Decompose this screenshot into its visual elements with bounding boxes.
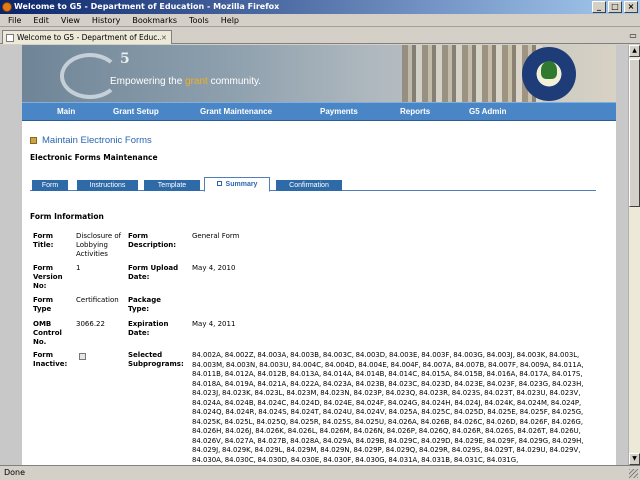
- status-text: Done: [4, 468, 26, 477]
- form-inactive-label: Form Inactive:: [33, 351, 68, 368]
- vertical-scrollbar[interactable]: ▲ ▼: [628, 45, 640, 465]
- form-inactive-checkbox[interactable]: [79, 353, 86, 360]
- tab-list-icon[interactable]: ▭: [628, 31, 638, 41]
- form-information-title: Form Information: [30, 212, 104, 221]
- resize-grip-icon[interactable]: [629, 469, 638, 478]
- selected-subprograms-label: Selected Subprograms:: [128, 351, 184, 368]
- form-title-label: Form Title:: [33, 232, 54, 249]
- page-title: Maintain Electronic Forms: [30, 135, 152, 146]
- browser-tab[interactable]: Welcome to G5 - Department of Educ... ✕: [2, 30, 172, 44]
- content-viewport: 5 Empowering the grant community. Main G…: [0, 45, 628, 465]
- menu-help[interactable]: Help: [215, 14, 245, 26]
- g5-logo-5: 5: [120, 51, 130, 67]
- form-type-label: Form Type: [33, 296, 54, 313]
- page-icon: [6, 33, 14, 42]
- window-controls: _ □ ×: [592, 1, 638, 13]
- scroll-up-icon[interactable]: ▲: [629, 45, 640, 57]
- tab-confirmation[interactable]: Confirmation: [276, 180, 342, 191]
- g5-page: 5 Empowering the grant community. Main G…: [22, 45, 616, 465]
- banner-tagline: Empowering the grant community.: [110, 76, 261, 87]
- tab-close-icon[interactable]: ✕: [161, 34, 171, 42]
- main-navigation: Main Grant Setup Grant Maintenance Payme…: [22, 102, 616, 121]
- tagline-start: Empowering the: [110, 76, 186, 87]
- scroll-down-icon[interactable]: ▼: [629, 453, 640, 465]
- omb-control-value: 3066.22: [76, 320, 105, 328]
- close-button[interactable]: ×: [624, 1, 638, 13]
- menu-tools[interactable]: Tools: [183, 14, 215, 26]
- window-title: Welcome to G5 - Department of Education …: [14, 2, 280, 11]
- tab-template[interactable]: Template: [144, 180, 200, 191]
- maximize-button[interactable]: □: [608, 1, 622, 13]
- menu-edit[interactable]: Edit: [27, 14, 55, 26]
- summary-tab-icon: [216, 181, 222, 186]
- tab-summary[interactable]: Summary: [204, 177, 270, 192]
- tagline-accent: grant: [185, 76, 208, 87]
- tab-form[interactable]: Form: [32, 180, 68, 191]
- browser-tab-strip: Welcome to G5 - Department of Educ... ✕ …: [0, 28, 640, 44]
- menu-history[interactable]: History: [86, 14, 126, 26]
- status-bar: Done: [0, 465, 640, 480]
- tagline-end: community.: [207, 76, 262, 87]
- form-title-value: Disclosure of Lobbying Activities: [76, 232, 122, 258]
- seal-tree-icon: [541, 61, 557, 79]
- firefox-icon: [2, 2, 12, 12]
- form-upload-date-label: Form Upload Date:: [128, 264, 179, 281]
- omb-control-label: OMB Control No.: [33, 320, 62, 346]
- form-version-value: 1: [76, 264, 81, 272]
- tab-summary-label: Summary: [225, 181, 258, 188]
- nav-grant-maintenance[interactable]: Grant Maintenance: [200, 103, 272, 122]
- department-seal-icon: [522, 47, 576, 101]
- form-tabs: Form Instructions Template Summary Confi…: [30, 177, 596, 192]
- expiration-date-label: Expiration Date:: [128, 320, 169, 337]
- scroll-thumb[interactable]: [629, 59, 640, 207]
- window-titlebar: Welcome to G5 - Department of Education …: [0, 0, 640, 14]
- form-description-label: Form Description:: [128, 232, 177, 249]
- nav-grant-setup[interactable]: Grant Setup: [113, 103, 159, 122]
- selected-subprograms-value: 84.002A, 84.002Z, 84.003A, 84.003B, 84.0…: [192, 351, 584, 464]
- banner-library-image: [402, 45, 542, 102]
- nav-g5-admin[interactable]: G5 Admin: [469, 103, 506, 122]
- page-title-text: Maintain Electronic Forms: [42, 135, 152, 146]
- menu-view[interactable]: View: [55, 14, 86, 26]
- form-description-value: General Form: [192, 232, 240, 240]
- expiration-date-value: May 4, 2011: [192, 320, 236, 328]
- menu-bar: File Edit View History Bookmarks Tools H…: [0, 14, 640, 27]
- form-upload-date-value: May 4, 2010: [192, 264, 236, 272]
- package-type-label: Package Type:: [128, 296, 161, 313]
- nav-payments[interactable]: Payments: [320, 103, 358, 122]
- menu-bookmarks[interactable]: Bookmarks: [126, 14, 183, 26]
- nav-main[interactable]: Main: [57, 103, 75, 122]
- nav-reports[interactable]: Reports: [400, 103, 430, 122]
- menu-file[interactable]: File: [2, 14, 27, 26]
- minimize-button[interactable]: _: [592, 1, 606, 13]
- tab-instructions[interactable]: Instructions: [77, 180, 138, 191]
- section-title: Electronic Forms Maintenance: [30, 153, 158, 162]
- form-type-value: Certification: [76, 296, 119, 304]
- browser-tab-label: Welcome to G5 - Department of Educ...: [17, 33, 161, 42]
- form-version-label: Form Version No:: [33, 264, 63, 290]
- g5-banner: 5 Empowering the grant community.: [22, 45, 616, 102]
- form-icon: [30, 137, 37, 144]
